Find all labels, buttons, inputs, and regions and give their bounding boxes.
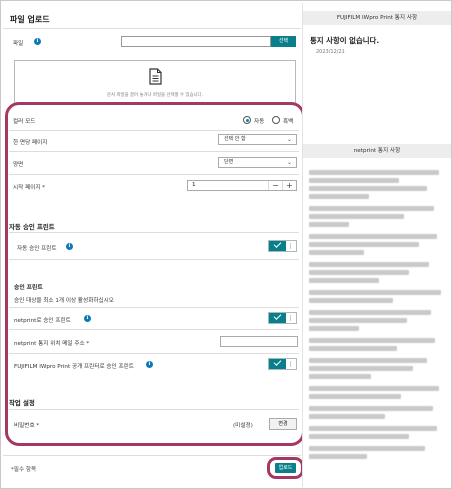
notice-item[interactable] <box>309 434 409 439</box>
notice-item[interactable] <box>309 178 399 183</box>
notice-item[interactable] <box>309 250 364 255</box>
notice-item[interactable] <box>309 262 429 267</box>
info-icon[interactable]: i <box>34 38 41 45</box>
notice-item[interactable] <box>309 454 367 459</box>
notice-item[interactable] <box>309 346 397 351</box>
notice-item[interactable] <box>309 234 437 239</box>
required-note: *필수 항목 <box>11 467 37 473</box>
notice-item[interactable] <box>309 298 393 303</box>
notice-item[interactable] <box>309 374 371 379</box>
notice-item[interactable] <box>309 318 407 323</box>
notice-item[interactable] <box>309 446 425 451</box>
file-path-input[interactable] <box>121 36 271 47</box>
notice-item[interactable] <box>309 386 439 391</box>
upload-button-highlight: 업로드 <box>267 457 304 479</box>
notice-item[interactable] <box>309 270 409 275</box>
notice-item[interactable] <box>309 394 401 399</box>
notice-item[interactable] <box>309 310 431 315</box>
iwpro-notice-message: 통지 사항이 없습니다. <box>310 36 380 45</box>
divider <box>3 28 301 29</box>
notice-item[interactable] <box>309 206 434 211</box>
notice-item[interactable] <box>309 186 427 191</box>
notice-item[interactable] <box>309 194 369 199</box>
notice-item[interactable] <box>309 414 385 419</box>
drop-zone-text: 문서 파일을 끌어 놓거나 파일을 선택할 수 있습니다. <box>107 93 203 98</box>
iwpro-notice-date: 2023/12/21 <box>316 49 345 55</box>
notice-item[interactable] <box>309 222 349 227</box>
netprint-notice-header: netprint 통지 사항 <box>303 144 451 158</box>
upload-button[interactable]: 업로드 <box>275 463 296 473</box>
notice-item[interactable] <box>309 290 441 295</box>
notice-item[interactable] <box>309 406 433 411</box>
notice-item[interactable] <box>309 278 379 283</box>
select-file-button[interactable]: 선택 <box>271 36 296 47</box>
document-icon <box>149 68 162 85</box>
page-title: 파일 업로드 <box>10 15 50 24</box>
iwpro-notice-header: FUJIFILM IWpro Print 통지 사항 <box>303 11 451 25</box>
notice-item[interactable] <box>309 358 427 363</box>
drop-zone[interactable]: 문서 파일을 끌어 놓거나 파일을 선택할 수 있습니다. <box>14 60 296 104</box>
notice-item[interactable] <box>309 366 413 371</box>
notice-item[interactable] <box>309 242 419 247</box>
notice-item[interactable] <box>309 170 439 175</box>
notice-item[interactable] <box>309 326 359 331</box>
app-window: 파일 업로드 파일 i 선택 문서 파일을 끌어 놓거나 파일을 선택할 수 있… <box>0 0 452 489</box>
notices-panel: FUJIFILM IWpro Print 통지 사항 통지 사항이 없습니다. … <box>302 3 451 487</box>
settings-highlight <box>5 102 305 446</box>
file-label: 파일 <box>13 41 24 47</box>
notice-item[interactable] <box>309 426 437 431</box>
notice-item[interactable] <box>309 338 435 343</box>
notice-item[interactable] <box>309 214 404 219</box>
divider <box>3 455 301 456</box>
